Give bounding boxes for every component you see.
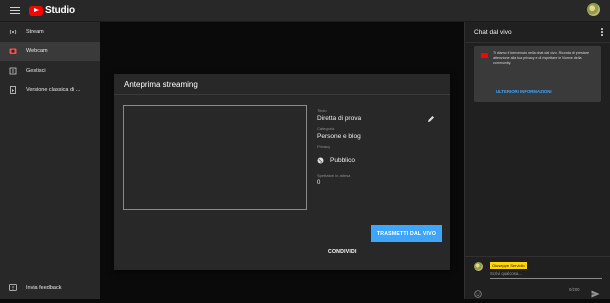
top-bar: Studio: [0, 0, 610, 22]
send-icon[interactable]: [591, 285, 600, 303]
viewers-value: 0: [317, 180, 321, 186]
input-underline: [490, 278, 602, 279]
viewers-label: Spettatori in attesa: [317, 173, 351, 178]
user-name-badge: Giuseppe Servidio: [490, 262, 527, 269]
send-feedback-link[interactable]: Invia feedback: [0, 281, 109, 295]
dialog-title: Anteprima streaming: [114, 74, 450, 95]
webcam-icon: [9, 47, 17, 55]
chat-composer: Giuseppe Servidio Scrivi qualcosa... 0/2…: [465, 256, 610, 300]
sidebar-item-manage[interactable]: Gestisci: [0, 61, 100, 81]
category-value: Persone e blog: [317, 133, 361, 140]
stream-info: Titolo Diretta di prova Categoria Person…: [317, 104, 442, 186]
go-live-button[interactable]: TRASMETTI DAL VIVO: [371, 225, 442, 242]
globe-icon: [317, 151, 324, 169]
more-options-icon[interactable]: [601, 28, 603, 36]
learn-more-link[interactable]: ULTERIORI INFORMAZIONI: [496, 89, 552, 94]
sidebar-item-label: Versione classica di ...: [26, 87, 81, 94]
youtube-logo-icon: [29, 5, 43, 16]
welcome-message: Ti diamo il benvenuto nella chat dal viv…: [474, 46, 601, 102]
privacy-label: Privacy: [317, 144, 331, 149]
chat-title: Chat dal vivo: [474, 28, 512, 36]
sidebar-item-label: Webcam: [26, 48, 48, 55]
feedback-label: Invia feedback: [26, 285, 62, 291]
title-value: Diretta di prova: [317, 115, 362, 122]
privacy-value: Pubblico: [330, 156, 355, 164]
stream-icon: [9, 28, 17, 36]
sidebar-item-webcam[interactable]: Webcam: [0, 41, 100, 61]
live-chat-panel: Chat dal vivo Ti diamo il benvenuto nell…: [464, 22, 610, 299]
sidebar-item-stream[interactable]: Stream: [0, 22, 100, 42]
sidebar: Stream Webcam Gestisci Versione classica…: [0, 22, 100, 299]
char-counter: 0/200: [569, 287, 580, 292]
classic-icon: [9, 86, 17, 95]
streaming-preview-dialog: Anteprima streaming Titolo Diretta di pr…: [114, 74, 450, 270]
emoji-icon[interactable]: [474, 285, 482, 303]
feedback-icon: [9, 284, 17, 292]
user-avatar: [474, 262, 483, 271]
studio-logo[interactable]: Studio: [29, 5, 75, 16]
share-button[interactable]: CONDIVIDI: [328, 249, 357, 255]
main-area: Anteprima streaming Titolo Diretta di pr…: [100, 22, 464, 299]
sidebar-item-label: Stream: [26, 28, 44, 35]
sidebar-item-classic[interactable]: Versione classica di ...: [0, 81, 100, 101]
chat-input[interactable]: Scrivi qualcosa...: [490, 271, 522, 276]
sidebar-item-label: Gestisci: [26, 67, 46, 74]
video-preview: [123, 105, 307, 210]
title-label: Titolo: [317, 108, 327, 113]
category-label: Categoria: [317, 126, 335, 131]
manage-icon: [9, 67, 17, 75]
account-avatar[interactable]: [587, 3, 600, 16]
welcome-text: Ti diamo il benvenuto nella chat dal viv…: [493, 51, 589, 65]
youtube-icon: [481, 53, 488, 58]
app-title: Studio: [45, 5, 75, 16]
hamburger-menu-icon[interactable]: [10, 6, 20, 15]
chat-header: Chat dal vivo: [465, 22, 610, 43]
